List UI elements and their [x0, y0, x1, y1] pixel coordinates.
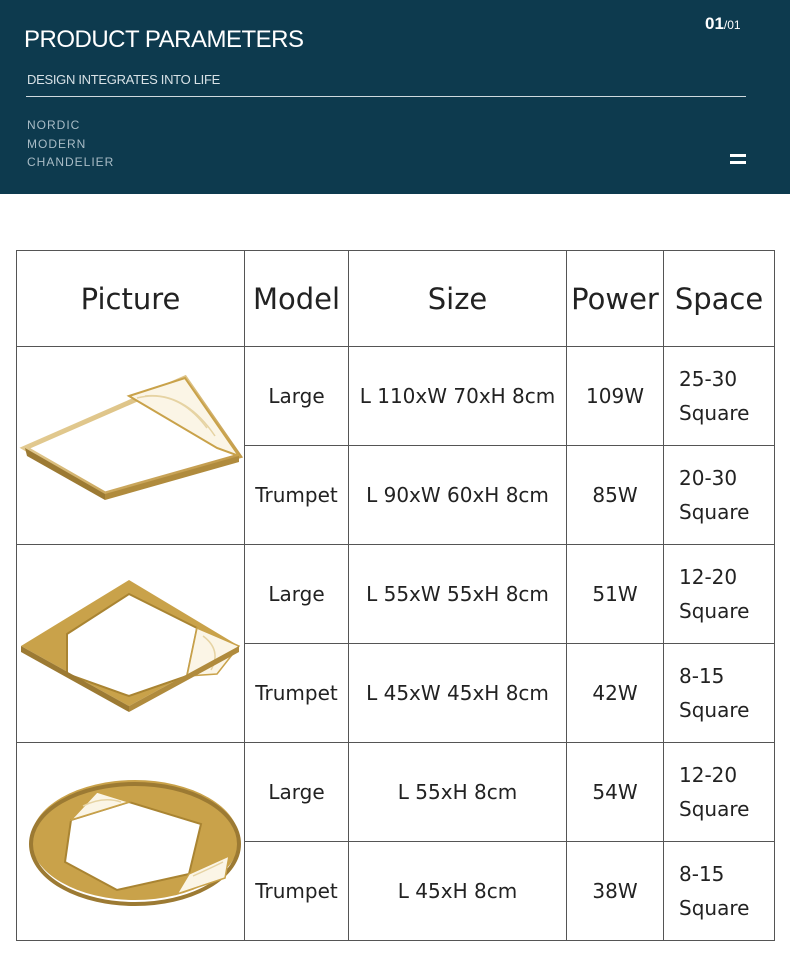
- page-subtitle: DESIGN INTEGRATES INTO LIFE: [27, 72, 220, 87]
- parameters-table: Picture Model Size Power Space Large L 1…: [16, 250, 775, 941]
- cell-power: 54W: [566, 742, 664, 842]
- space-unit: Square: [679, 797, 750, 821]
- space-unit: Square: [679, 500, 750, 524]
- cell-space: 12-20 Square: [663, 742, 775, 842]
- table-row: Large L 110xW 70xH 8cm 109W 25-30 Square: [16, 346, 775, 545]
- space-unit: Square: [679, 401, 750, 425]
- cell-space: 8-15 Square: [663, 841, 775, 941]
- cell-model: Large: [244, 742, 349, 842]
- cell-size: L 45xW 45xH 8cm: [348, 643, 567, 743]
- space-unit: Square: [679, 698, 750, 722]
- page-total: /01: [723, 18, 741, 32]
- cell-space: 12-20 Square: [663, 544, 775, 644]
- cell-model: Trumpet: [244, 643, 349, 743]
- space-range: 8-15: [679, 862, 725, 886]
- header-divider: [26, 96, 746, 97]
- space-range: 25-30: [679, 367, 738, 391]
- header-model: Model: [244, 250, 349, 347]
- space-range: 12-20: [679, 565, 738, 589]
- cell-model: Large: [244, 544, 349, 644]
- page-current: 01: [705, 14, 724, 33]
- cell-size: L 55xH 8cm: [348, 742, 567, 842]
- space-range: 12-20: [679, 763, 738, 787]
- cell-size: L 90xW 60xH 8cm: [348, 445, 567, 545]
- cell-power: 38W: [566, 841, 664, 941]
- cell-model: Large: [244, 346, 349, 446]
- tag-nordic: NORDIC: [27, 118, 81, 132]
- cell-size: L 55xW 55xH 8cm: [348, 544, 567, 644]
- product-image-round: [16, 742, 245, 941]
- header-tags: NORDIC MODERN CHANDELIER: [27, 116, 114, 172]
- cell-size: L 110xW 70xH 8cm: [348, 346, 567, 446]
- header-space: Space: [663, 250, 775, 347]
- page-title: PRODUCT PARAMETERS: [24, 26, 304, 53]
- cell-power: 85W: [566, 445, 664, 545]
- product-image-square: [16, 544, 245, 743]
- table-header-row: Picture Model Size Power Space: [16, 250, 775, 347]
- tag-chandelier: CHANDELIER: [27, 155, 115, 169]
- header-picture: Picture: [16, 250, 245, 347]
- header-power: Power: [566, 250, 664, 347]
- page-indicator: 01/01: [705, 14, 741, 34]
- cell-space: 8-15 Square: [663, 643, 775, 743]
- table-row: Large L 55xH 8cm 54W 12-20 Square: [16, 742, 775, 941]
- cell-space: 25-30 Square: [663, 346, 775, 446]
- header-banner: PRODUCT PARAMETERS 01/01 DESIGN INTEGRAT…: [0, 0, 790, 194]
- cell-model: Trumpet: [244, 841, 349, 941]
- cell-power: 51W: [566, 544, 664, 644]
- tag-modern: MODERN: [27, 136, 87, 151]
- header-size: Size: [348, 250, 567, 347]
- space-unit: Square: [679, 599, 750, 623]
- table-row: Large L 55xW 55xH 8cm 51W 12-20 Square: [16, 544, 775, 743]
- menu-icon[interactable]: [730, 154, 746, 166]
- cell-power: 42W: [566, 643, 664, 743]
- cell-size: L 45xH 8cm: [348, 841, 567, 941]
- cell-model: Trumpet: [244, 445, 349, 545]
- space-unit: Square: [679, 896, 750, 920]
- product-image-rectangle: [16, 346, 245, 545]
- cell-space: 20-30 Square: [663, 445, 775, 545]
- space-range: 8-15: [679, 664, 725, 688]
- cell-power: 109W: [566, 346, 664, 446]
- space-range: 20-30: [679, 466, 738, 490]
